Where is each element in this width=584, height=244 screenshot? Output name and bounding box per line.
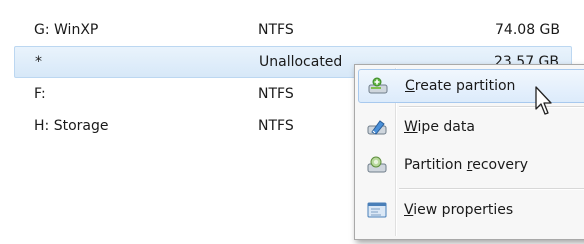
wipe-data-icon [367, 120, 387, 135]
partition-filesystem: Unallocated [259, 54, 343, 70]
menu-separator [399, 106, 584, 108]
view-properties-icon [367, 202, 387, 218]
partition-name: * [35, 54, 42, 70]
menu-separator [399, 188, 584, 190]
menu-item-view-properties[interactable]: View properties [358, 193, 584, 227]
create-partition-icon [368, 77, 388, 94]
partition-name: G: WinXP [34, 22, 99, 38]
partition-recovery-icon [367, 156, 387, 173]
partition-filesystem: NTFS [258, 118, 294, 134]
menu-item-partition-recovery[interactable]: Partition recovery [358, 148, 584, 182]
menu-item-label: View properties [404, 202, 514, 218]
partition-name: F: [34, 86, 46, 102]
partition-filesystem: NTFS [258, 22, 294, 38]
partition-size: 74.08 GB [495, 22, 560, 38]
partition-name: H: Storage [34, 118, 109, 134]
menu-item-label: Create partition [405, 78, 516, 94]
mouse-pointer-icon [535, 86, 552, 115]
partition-filesystem: NTFS [258, 86, 294, 102]
menu-item-label: Wipe data [404, 119, 475, 135]
menu-item-label: Partition recovery [404, 157, 529, 173]
partition-row[interactable]: G: WinXP NTFS 74.08 GB [14, 14, 572, 46]
